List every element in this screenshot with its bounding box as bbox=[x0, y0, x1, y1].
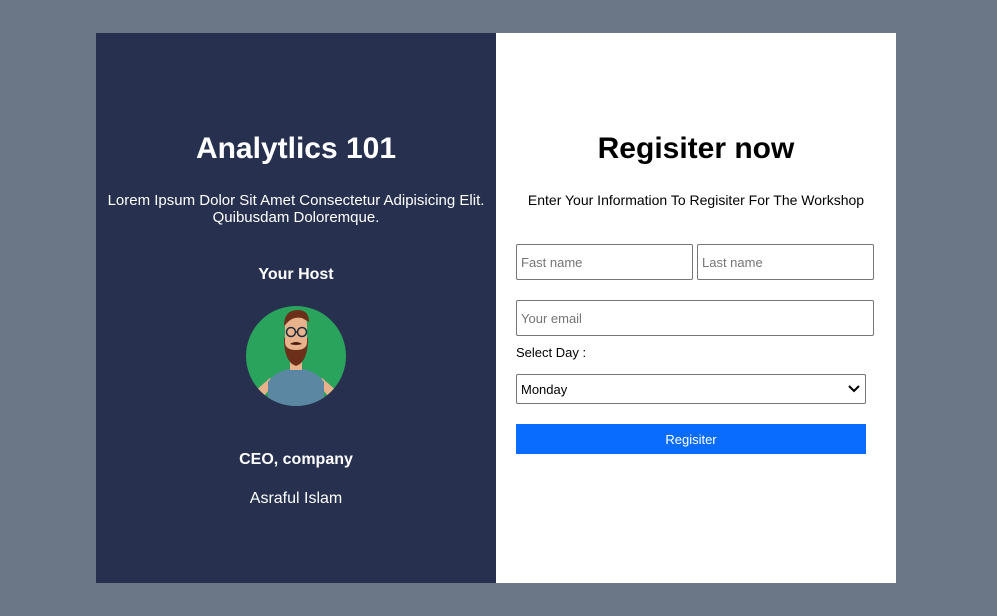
workshop-title: Analytlics 101 bbox=[195, 132, 397, 165]
person-avatar-icon bbox=[254, 310, 338, 406]
workshop-description: Lorem Ipsum Dolor Sit Amet Consectetur A… bbox=[107, 192, 485, 226]
email-input[interactable] bbox=[516, 300, 874, 336]
registration-panel: Regisiter now Enter Your Information To … bbox=[496, 33, 896, 583]
register-button[interactable]: Regisiter bbox=[516, 424, 866, 454]
host-panel: Analytlics 101 Lorem Ipsum Dolor Sit Ame… bbox=[96, 33, 496, 583]
host-heading: Your Host bbox=[258, 266, 334, 283]
day-select[interactable]: Monday bbox=[516, 374, 866, 404]
registration-card: Analytlics 101 Lorem Ipsum Dolor Sit Ame… bbox=[96, 33, 896, 583]
select-day-label: Select Day : bbox=[516, 345, 587, 360]
host-avatar bbox=[246, 306, 346, 406]
host-role: CEO, company bbox=[239, 451, 353, 468]
first-name-input[interactable] bbox=[516, 244, 693, 280]
registration-form: Select Day : Monday Regisiter bbox=[496, 33, 896, 583]
host-name: Asraful Islam bbox=[249, 490, 343, 507]
day-select-value: Monday bbox=[521, 381, 568, 397]
last-name-input[interactable] bbox=[697, 244, 874, 280]
chevron-down-icon bbox=[847, 382, 861, 396]
